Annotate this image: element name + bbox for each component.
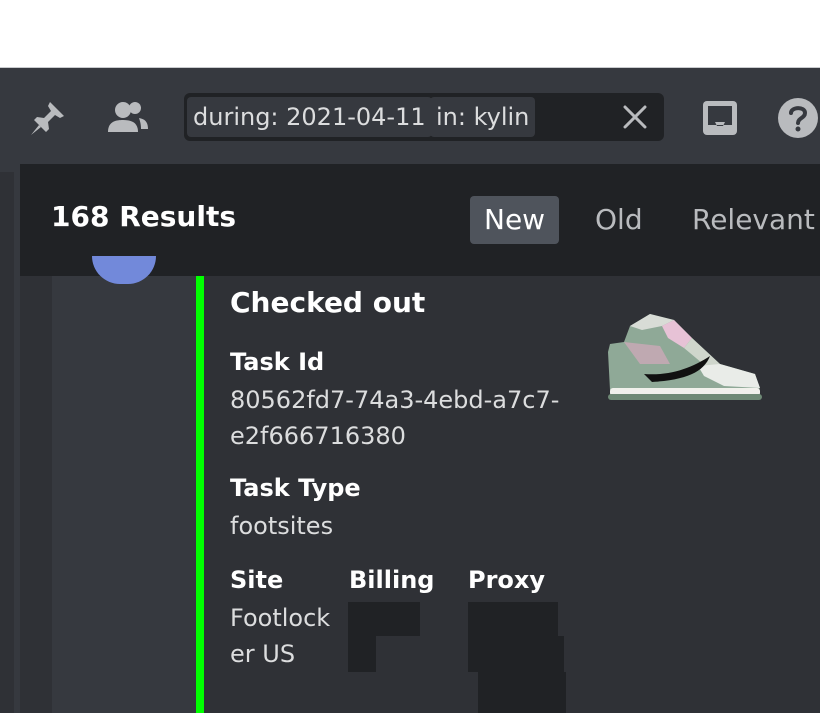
proxy-redaction (478, 672, 566, 713)
results-count: 168 Results (51, 200, 236, 233)
search-chip-date[interactable]: during: 2021-04-11 (187, 97, 432, 137)
sort-old-button[interactable]: Old (581, 196, 657, 244)
close-icon[interactable] (620, 102, 650, 132)
pin-icon[interactable] (26, 96, 70, 140)
field-site-value-line2: er US (230, 640, 296, 668)
discord-app: during: 2021-04-11 in: kylin 168 Results… (0, 67, 820, 713)
inbox-icon[interactable] (698, 96, 742, 140)
search-box[interactable]: during: 2021-04-11 in: kylin (184, 93, 664, 141)
proxy-redaction (468, 602, 558, 636)
avatar[interactable] (92, 256, 156, 284)
field-task-id-value-line1: 80562fd7-74a3-4ebd-a7c7- (230, 386, 560, 414)
members-icon[interactable] (105, 96, 149, 140)
field-task-type-name: Task Type (230, 474, 361, 502)
field-task-id-value-line2: e2f666716380 (230, 422, 406, 450)
billing-redaction (348, 636, 376, 672)
embed-title: Checked out (230, 286, 426, 319)
search-results-panel: 168 Results New Old Relevant Checked out… (20, 164, 820, 713)
search-chip-channel[interactable]: in: kylin (430, 97, 536, 137)
field-task-type-value: footsites (230, 512, 334, 540)
field-task-id-name: Task Id (230, 348, 325, 376)
channel-toolbar: during: 2021-04-11 in: kylin (0, 68, 820, 164)
field-site-value-line1: Footlock (230, 604, 331, 632)
field-proxy-name: Proxy (468, 566, 546, 594)
channel-list-edge (0, 172, 14, 713)
billing-redaction (348, 602, 420, 636)
sort-relevant-button[interactable]: Relevant (678, 196, 820, 244)
field-billing-name: Billing (349, 566, 435, 594)
message-embed: Checked out Task Id 80562fd7-74a3-4ebd-a… (196, 276, 798, 713)
field-site-name: Site (230, 566, 284, 594)
proxy-redaction (468, 636, 564, 672)
search-result-message[interactable]: Checked out Task Id 80562fd7-74a3-4ebd-a… (52, 256, 798, 713)
sneaker-image[interactable] (600, 312, 764, 408)
help-icon[interactable] (776, 96, 820, 140)
sort-new-button[interactable]: New (470, 196, 560, 244)
